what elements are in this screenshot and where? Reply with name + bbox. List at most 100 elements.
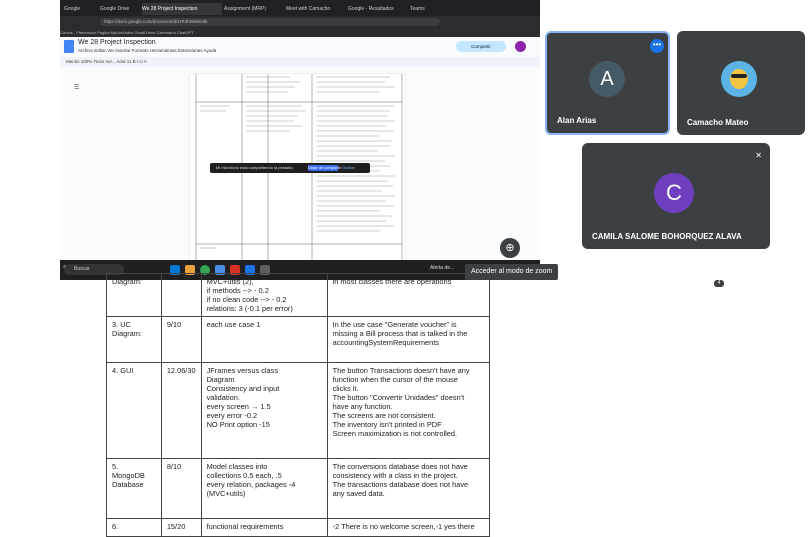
browser-tab-strip: Google Google Drive We 28 Project Inspec… [60, 0, 540, 16]
cell-text-line: 12.06/30 [166, 366, 196, 375]
table-cell-rubric: Model classes into collections 0.5 each, … [200, 458, 328, 519]
cell-text-line: The conversions database does not have [332, 462, 468, 471]
cell-text-line: clicks it. [332, 384, 359, 393]
cell-text-line: accountingSystemRequirements [332, 338, 439, 347]
browser-tab[interactable]: Google - Resultados [348, 3, 408, 15]
cell-text-line: every screen → 1.5 [206, 402, 271, 411]
grade-table: Diagram: MVC+utils (2), if methods --> - 0… [106, 273, 491, 537]
cell-text-line: 9/10 [166, 320, 182, 329]
cell-text-line: relations: 3 (-0.1 per error) [206, 304, 293, 313]
table-cell-rubric: functional requirements [200, 518, 328, 537]
address-bar-row: https://docs.google.com/document/d/1rR4h… [60, 16, 540, 28]
participant-avatar-image [721, 61, 757, 97]
cell-text-line: function when the cursor of the mouse [332, 375, 458, 384]
table-cell-criterion: 6. [106, 518, 162, 537]
browser-tab[interactable]: Meet with Camacho [286, 3, 346, 15]
cell-text-line: MVC+utils (2), [206, 277, 254, 286]
cell-text-line: any saved data. [332, 489, 385, 498]
cell-text-line: 3. UC [112, 320, 131, 329]
cell-text-line: every relation, packages -4 [206, 480, 296, 489]
table-row: Diagram: MVC+utils (2), if methods --> - 0… [106, 273, 491, 317]
browser-tab[interactable]: Google [64, 3, 98, 15]
screen-share-notification: Mi micrófono está compartiendo la pestañ… [210, 163, 370, 173]
cell-text-line: The button "Convertir Unidades" doesn't [332, 393, 465, 402]
participant-tile[interactable]: C ✕ CAMILA SALOME BOHORQUEZ ALAVA [582, 143, 770, 249]
grade-table-section: Diagram: MVC+utils (2), if methods --> - 0… [106, 273, 491, 537]
cell-text-line: if no clean code --> - 0.2 [206, 295, 287, 304]
account-avatar[interactable] [515, 41, 526, 52]
bookmarks-bar[interactable]: Cursos - Planeacion Pagina MyUniAndes Gm… [60, 28, 540, 37]
cell-text-line: NO Print option -15 [206, 420, 270, 429]
cell-text-line: In the use case "Generate voucher" is [332, 320, 457, 329]
participant-name: CAMILA SALOME BOHORQUEZ ALAVA [592, 232, 742, 241]
duck-avatar-icon [730, 69, 748, 89]
docs-header: We 28 Project Inspection Archivo Editar … [60, 37, 540, 57]
docs-logo-icon [64, 40, 74, 53]
cell-text-line: Diagram: [112, 277, 142, 286]
table-row: 6. 15/20 functional requirements -2 There i… [106, 518, 491, 537]
cell-text-line: MongoDB [112, 471, 145, 480]
table-cell-criterion: 3. UC Diagram: [106, 316, 162, 363]
cell-text-line: Diagram [206, 375, 235, 384]
cell-text-line: consistency with a class in the project. [332, 471, 458, 480]
cell-text-line: 4. GUI [112, 366, 134, 375]
participant-tile[interactable]: A ••• Alan Arias [545, 31, 670, 135]
cell-text-line: functional requirements [206, 522, 284, 531]
cell-text-line: -2 There is no welcome screen,-1 yes the… [332, 522, 475, 531]
participant-avatar: C [654, 173, 694, 213]
table-cell-score: 15/20 [160, 518, 202, 537]
sunglasses-icon [731, 74, 747, 78]
weather-alert[interactable]: Alerta de... [430, 265, 454, 271]
cell-text-line: The screens are not consistent. [332, 411, 436, 420]
participant-count-badge: 4 [714, 280, 724, 287]
participant-tile[interactable]: Camacho Mateo [677, 31, 805, 135]
browser-tab[interactable]: Assignment (MRP) [224, 3, 284, 15]
shared-screen: Google Google Drive We 28 Project Inspec… [60, 0, 540, 280]
table-cell-rubric: each use case 1 [200, 316, 328, 363]
table-cell-score: 9/10 [160, 316, 202, 363]
table-cell-comments: In the use case "Generate voucher" is mis… [326, 316, 491, 363]
participant-name: Alan Arias [557, 116, 597, 125]
participant-name: Camacho Mateo [687, 118, 749, 127]
browser-tab-active[interactable]: We 28 Project Inspection [142, 3, 222, 15]
cell-text-line: (MVC+utils) [206, 489, 246, 498]
cell-text-line: every error -0.2 [206, 411, 258, 420]
table-cell-criterion: 5. MongoDB Database [106, 458, 162, 519]
search-icon: ⌕ [63, 264, 67, 270]
docs-toolbar[interactable]: Menús 100% Texto nor... Arial 11 B I U A [60, 57, 540, 67]
cell-text-line: collections 0.5 each, .5 [206, 471, 282, 480]
stop-sharing-button[interactable]: Dejar de compartir [308, 165, 341, 171]
cell-text-line: Model classes into [206, 462, 268, 471]
docs-menu-bar[interactable]: Archivo Editar Ver Insertar Formato Herr… [78, 48, 216, 53]
zoom-icon[interactable]: ⊕ [500, 238, 520, 258]
table-cell-criterion: Diagram: [106, 273, 162, 317]
cell-text-line: 15/20 [166, 522, 186, 531]
doc-title[interactable]: We 28 Project Inspection [78, 39, 156, 46]
participant-avatar: A [589, 61, 625, 97]
cell-text-line: JFrames versus class [206, 366, 279, 375]
hide-notification-button[interactable]: Ocultar [342, 163, 355, 173]
share-button[interactable]: Compartir [456, 41, 506, 52]
table-row: 3. UC Diagram: 9/10 each use case 1 In the u… [106, 316, 491, 363]
browser-tab[interactable]: Teams [410, 3, 470, 15]
notification-text: Mi micrófono está compartiendo la pestañ… [216, 165, 293, 170]
cell-text-line: if methods --> - 0.2 [206, 286, 269, 295]
muted-mic-icon: ✕ [755, 151, 762, 160]
cell-text-line: missing a Bill process that is talked in… [332, 329, 468, 338]
cell-text-line: Consistency and input [206, 384, 280, 393]
url-field[interactable]: https://docs.google.com/document/d/1rR4h… [100, 18, 440, 26]
more-options-icon[interactable]: ••• [650, 39, 664, 53]
cell-text-line: The inventory isn't printed in PDF [332, 420, 442, 429]
table-cell-rubric: JFrames versus class Diagram Consistency a… [200, 362, 328, 459]
browser-tab[interactable]: Google Drive [100, 3, 140, 15]
cell-text-line: The button Transactions doesn't have any [332, 366, 470, 375]
table-cell-comments: in most classes there are operations [326, 273, 491, 317]
cell-text-line: 8/10 [166, 462, 182, 471]
table-cell-score [160, 273, 202, 317]
cell-text-line: 6. [112, 522, 119, 531]
table-cell-criterion: 4. GUI [106, 362, 162, 459]
cell-text-line: The transactions database does not have [332, 480, 469, 489]
table-cell-rubric: MVC+utils (2), if methods --> - 0.2 if no … [200, 273, 328, 317]
outline-icon[interactable]: ☰ [74, 84, 79, 91]
table-cell-score: 8/10 [160, 458, 202, 519]
